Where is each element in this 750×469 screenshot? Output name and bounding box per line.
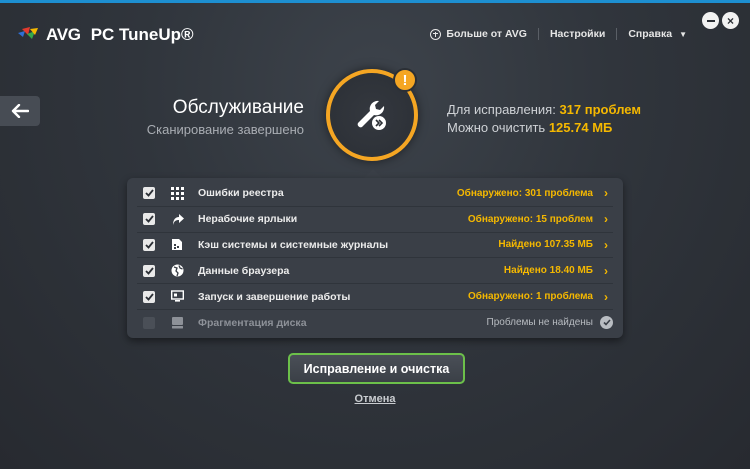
result-label: Данные браузера <box>198 264 290 277</box>
checkmark-icon <box>144 293 154 301</box>
close-button[interactable]: × <box>722 12 739 29</box>
shortcut-arrow-icon <box>170 212 184 226</box>
checkmark-icon <box>144 267 154 275</box>
help-menu[interactable]: Справка ▼ <box>617 28 698 40</box>
maintenance-status-ring: ! <box>326 68 418 161</box>
shortcuts-checkbox[interactable] <box>143 213 155 226</box>
issues-to-fix-value: 317 проблем <box>559 102 641 117</box>
result-label: Ошибки реестра <box>198 187 284 200</box>
result-status: Обнаружено: 301 проблема <box>456 187 593 199</box>
result-status: Найдено 18.40 МБ <box>503 265 593 277</box>
chevron-right-icon[interactable]: › <box>599 186 613 200</box>
result-label: Запуск и завершение работы <box>198 290 351 303</box>
chevron-right-icon[interactable]: › <box>599 264 613 278</box>
disk-icon <box>170 316 184 330</box>
more-from-avg-link[interactable]: Больше от AVG <box>419 28 538 40</box>
issues-to-fix: Для исправления: 317 проблем <box>447 101 641 119</box>
minimize-icon <box>706 19 715 22</box>
wrench-icon <box>357 100 386 130</box>
space-to-clean: Можно очистить 125.74 МБ <box>447 119 641 137</box>
fix-and-clean-button[interactable]: Исправление и очистка <box>288 353 465 384</box>
registry-checkbox[interactable] <box>143 187 155 200</box>
more-from-avg-label: Больше от AVG <box>446 28 527 40</box>
globe-icon <box>170 264 184 278</box>
chevron-right-icon[interactable]: › <box>599 212 613 226</box>
help-label: Справка <box>628 28 673 40</box>
monitor-icon <box>170 290 184 304</box>
defrag-checkbox[interactable] <box>143 316 155 329</box>
result-status: Проблемы не найдены <box>486 317 593 329</box>
plus-circle-icon <box>430 28 442 40</box>
result-status: Найдено 107.35 МБ <box>498 239 593 251</box>
issues-to-fix-label: Для исправления: <box>447 102 556 117</box>
cancel-link[interactable]: Отмена <box>0 393 750 405</box>
cache-file-icon <box>170 238 184 252</box>
result-row-registry[interactable]: Ошибки реестра Обнаружено: 301 проблема … <box>137 181 613 207</box>
grid-icon <box>170 186 184 200</box>
startup-checkbox[interactable] <box>143 290 155 303</box>
app-window: AVG PC TuneUp® Больше от AVG Настройки С… <box>0 0 750 469</box>
avg-logo-icon <box>16 25 40 45</box>
panel-pointer <box>364 169 382 178</box>
cache-checkbox[interactable] <box>143 238 155 251</box>
result-row-shortcuts[interactable]: Нерабочие ярлыки Обнаружено: 15 проблем … <box>137 207 613 233</box>
result-status: Обнаружено: 15 проблем <box>467 213 593 225</box>
summary-title-block: Обслуживание Сканирование завершено <box>147 97 304 137</box>
product-name: PC TuneUp® <box>90 25 194 44</box>
minimize-button[interactable] <box>702 12 719 29</box>
space-to-clean-value: 125.74 МБ <box>548 120 613 135</box>
summary-stats: Для исправления: 317 проблем Можно очист… <box>447 101 641 137</box>
page-subtitle: Сканирование завершено <box>146 122 304 137</box>
result-row-defrag: Фрагментация диска Проблемы не найдены <box>137 310 613 336</box>
settings-label: Настройки <box>549 28 606 40</box>
checkmark-icon <box>144 215 154 224</box>
chevron-right-icon[interactable]: › <box>599 238 613 252</box>
result-row-browser[interactable]: Данные браузера Найдено 18.40 МБ › <box>137 258 613 285</box>
caret-down-icon: ▼ <box>679 29 687 39</box>
browser-checkbox[interactable] <box>143 264 155 277</box>
back-button[interactable] <box>0 96 40 126</box>
brand-name: AVG <box>46 25 81 44</box>
avg-logo: AVG PC TuneUp® <box>16 25 194 45</box>
chevron-right-icon[interactable]: › <box>599 290 613 304</box>
arrow-left-icon <box>11 104 29 118</box>
space-to-clean-label: Можно очистить <box>447 120 546 135</box>
alert-badge: ! <box>393 68 417 92</box>
checkmark-icon <box>144 189 154 198</box>
result-label: Кэш системы и системные журналы <box>198 238 389 251</box>
result-status: Обнаружено: 1 проблема <box>468 291 593 303</box>
scan-results-panel: Ошибки реестра Обнаружено: 301 проблема … <box>127 178 623 338</box>
top-navigation: Больше от AVG Настройки Справка ▼ <box>419 28 698 40</box>
close-icon: × <box>726 13 734 28</box>
result-row-startup[interactable]: Запуск и завершение работы Обнаружено: 1… <box>137 284 613 310</box>
checkmark-icon <box>144 241 154 249</box>
result-label: Нерабочие ярлыки <box>198 213 298 226</box>
result-label: Фрагментация диска <box>198 316 307 329</box>
check-circle-icon <box>600 316 613 330</box>
page-title: Обслуживание <box>172 97 304 118</box>
result-row-cache[interactable]: Кэш системы и системные журналы Найдено … <box>137 233 613 259</box>
settings-link[interactable]: Настройки <box>539 28 616 40</box>
